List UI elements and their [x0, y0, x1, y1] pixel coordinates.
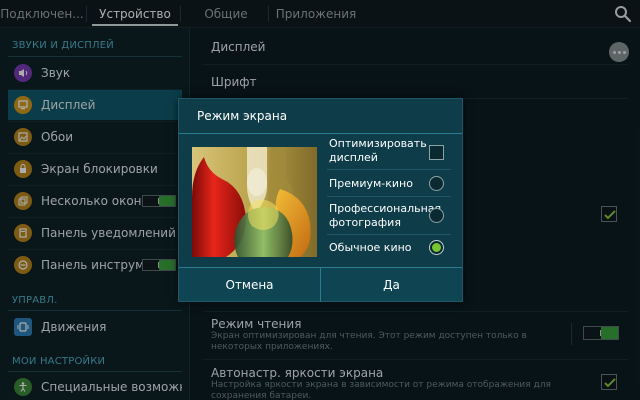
- optimize-display-checkbox[interactable]: [429, 145, 444, 160]
- cancel-button[interactable]: Отмена: [179, 268, 320, 302]
- option-label: Премиум-кино: [329, 177, 413, 190]
- option-label: Оптимизировать дисплей: [329, 137, 427, 164]
- ok-button[interactable]: Да: [321, 268, 462, 302]
- option-divider: [327, 169, 451, 170]
- standard-movie-radio[interactable]: [429, 240, 444, 255]
- option-divider: [327, 234, 451, 235]
- option-label: Обычное кино: [329, 241, 412, 254]
- dialog-title-divider: [179, 133, 462, 134]
- option-label: Профессиональная фотография: [329, 202, 442, 229]
- option-divider: [327, 196, 451, 197]
- dialog-button-bar: Отмена Да: [179, 267, 462, 302]
- pro-photo-radio[interactable]: [429, 208, 444, 223]
- screen-mode-dialog: Режим экрана Оптимизировать дисплей Прем…: [178, 98, 463, 302]
- preview-image: [192, 147, 317, 257]
- dialog-title: Режим экрана: [197, 109, 288, 123]
- premium-movie-radio[interactable]: [429, 176, 444, 191]
